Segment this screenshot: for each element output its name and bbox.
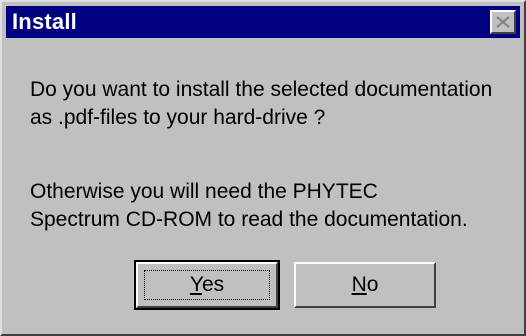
no-button[interactable]: No — [294, 262, 436, 308]
message-alternative: Otherwise you will need the PHYTEC Spect… — [30, 178, 520, 234]
close-button[interactable] — [490, 10, 516, 34]
message-line: Do you want to install the selected docu… — [30, 78, 493, 101]
no-label-rest: o — [366, 273, 379, 296]
yes-button[interactable]: Yes — [134, 260, 280, 310]
title-bar[interactable]: Install — [6, 6, 520, 38]
message-line: Spectrum CD-ROM to read the documentatio… — [30, 208, 468, 231]
yes-button-label: Yes — [190, 273, 224, 297]
message-line: as .pdf-files to your hard-drive ? — [30, 106, 326, 129]
yes-accelerator: Y — [189, 273, 202, 296]
install-dialog: Install Do you want to install the selec… — [0, 0, 526, 336]
message-question: Do you want to install the selected docu… — [30, 76, 520, 132]
window-title: Install — [12, 9, 77, 34]
no-button-label: No — [352, 273, 379, 297]
no-accelerator: N — [351, 273, 367, 296]
yes-label-rest: es — [201, 273, 225, 296]
close-icon — [496, 16, 510, 28]
message-line: Otherwise you will need the PHYTEC — [30, 180, 378, 203]
